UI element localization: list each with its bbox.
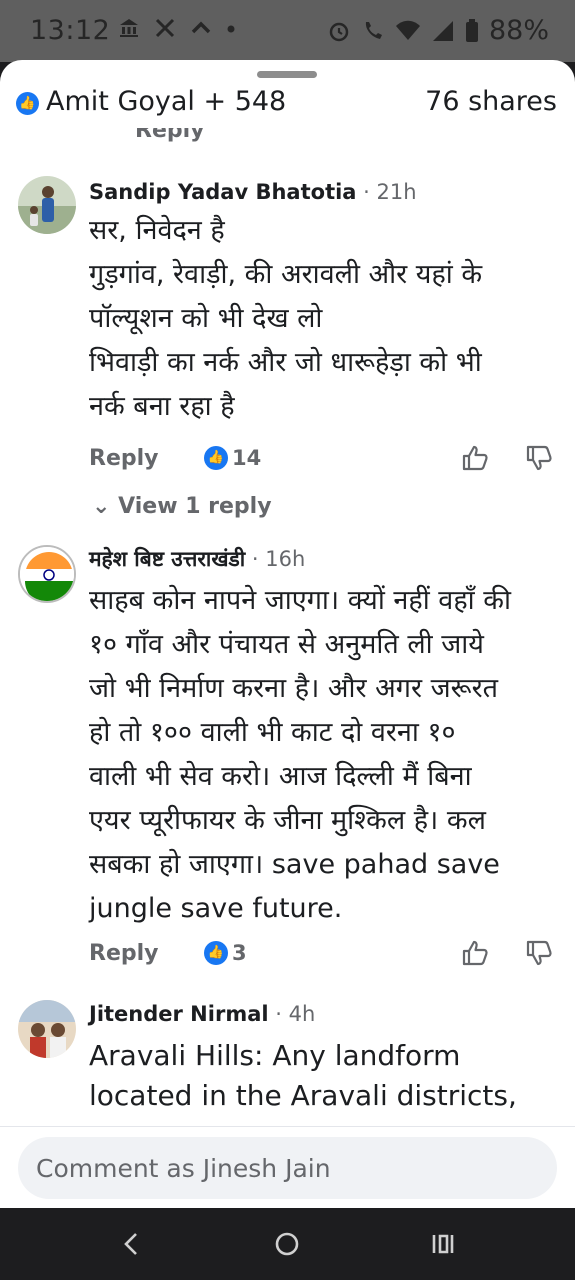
comment-author[interactable]: Sandip Yadav Bhatotia <box>89 180 356 204</box>
comment-header: Jitender Nirmal · 4h <box>89 1002 315 1026</box>
like-reaction-icon: 👍 <box>16 92 39 115</box>
comment-line: सर, निवेदन है <box>89 215 225 246</box>
recents-icon[interactable] <box>425 1226 461 1262</box>
comment-line: वाली भी सेव करो। आज दिल्ली मैं बिना <box>89 761 472 792</box>
status-bar: 13:12 88% <box>0 0 575 62</box>
home-icon[interactable] <box>269 1226 305 1262</box>
comment-time: · 16h <box>251 547 306 571</box>
previous-comment-actions: Reply <box>0 128 575 148</box>
comment-line: एयर प्यूरीफायर के जीना मुश्किल है। कल <box>89 805 486 836</box>
comment-time: · 21h <box>363 180 417 204</box>
thumbs-down-icon[interactable] <box>525 444 553 472</box>
comment-time: · 4h <box>275 1002 316 1026</box>
comment-line: नर्क बना रहा है <box>89 391 235 422</box>
battery-percent: 88% <box>488 15 549 46</box>
avatar[interactable] <box>18 1000 76 1058</box>
view-replies-label: View 1 reply <box>118 494 272 519</box>
reaction-number: 3 <box>232 941 247 965</box>
comment-author[interactable]: महेश बिष्ट उत्तराखंडी <box>89 547 245 571</box>
reaction-count[interactable]: 👍 14 <box>204 446 261 470</box>
shares-count[interactable]: 76 shares <box>425 86 557 117</box>
drag-handle[interactable] <box>257 71 317 78</box>
comments-sheet: 👍 Amit Goyal + 548 76 shares Reply Sandi… <box>0 60 575 1208</box>
comment-line: सबका हो जाएगा। save pahad save <box>89 849 500 880</box>
comment-line: जो भी निर्माण करना है। और अगर जरूरत <box>89 673 499 704</box>
comment-line: भिवाड़ी का नर्क और जो धारूहेड़ा को भी <box>89 347 482 378</box>
bank-icon <box>120 19 138 37</box>
avatar[interactable] <box>18 545 76 603</box>
comment-line: Aravali Hills: Any landform <box>89 1039 461 1072</box>
sheet-header: 👍 Amit Goyal + 548 76 shares <box>0 84 575 128</box>
signal-icon <box>432 20 453 41</box>
back-icon[interactable] <box>114 1226 150 1262</box>
comment-line: साहब कोन नापने जाएगा। क्यों नहीं वहाँ की <box>89 585 511 616</box>
comment-input[interactable] <box>18 1137 557 1199</box>
comment-text: साहब कोन नापने जाएगा। क्यों नहीं वहाँ की… <box>89 579 559 931</box>
reactions-summary[interactable]: Amit Goyal + 548 <box>46 86 286 117</box>
view-replies-link[interactable]: ⌄ View 1 reply <box>92 494 272 519</box>
wifi-call-icon <box>365 21 382 39</box>
alarm-icon <box>329 22 349 41</box>
reply-button[interactable]: Reply <box>89 941 159 966</box>
comment-actions: Reply 👍 14 <box>89 444 559 480</box>
reply-button[interactable]: Reply <box>135 128 205 143</box>
like-reaction-icon: 👍 <box>204 446 228 470</box>
status-time: 13:12 <box>30 15 111 46</box>
status-right-icons: 88% <box>327 15 549 46</box>
comment-line: पॉल्यूशन को भी देख लो <box>89 303 323 334</box>
comment-actions: Reply 👍 3 <box>89 939 559 975</box>
comment-line: हो तो १०० वाली भी काट दो वरना १० <box>89 717 456 748</box>
reply-button[interactable]: Reply <box>89 446 159 471</box>
reaction-count[interactable]: 👍 3 <box>204 941 247 965</box>
x-icon <box>155 18 175 38</box>
comment-line: १० गाँव और पंचायत से अनुमति ली जाये <box>89 629 484 660</box>
comment-header: महेश बिष्ट उत्तराखंडी · 16h <box>89 545 305 573</box>
chevron-down-icon: ⌄ <box>92 494 111 519</box>
reaction-number: 14 <box>232 446 262 470</box>
thumbs-up-icon[interactable] <box>461 444 489 472</box>
comment-line: गुड़गांव, रेवाड़ी, की अरावली और यहां के <box>89 259 483 290</box>
comment-text: सर, निवेदन है गुड़गांव, रेवाड़ी, की अराव… <box>89 209 559 429</box>
comment-author[interactable]: Jitender Nirmal <box>89 1002 269 1026</box>
comment-line: located in the Aravali districts, <box>89 1079 517 1112</box>
comment-line: jungle save future. <box>89 893 343 924</box>
system-nav-bar <box>0 1208 575 1280</box>
chevron-up-icon <box>191 21 211 34</box>
comment-header: Sandip Yadav Bhatotia · 21h <box>89 180 417 204</box>
comment-text: Aravali Hills: Any landform located in t… <box>89 1036 559 1116</box>
comment-composer <box>0 1126 575 1208</box>
comments-list[interactable]: Reply Sandip Yadav Bhatotia · 21h सर, नि… <box>0 120 575 1128</box>
like-reaction-icon: 👍 <box>204 941 228 965</box>
thumbs-down-icon[interactable] <box>525 939 553 967</box>
battery-icon <box>465 18 478 42</box>
wifi-icon <box>395 20 420 40</box>
status-left-icons <box>118 17 236 39</box>
avatar[interactable] <box>18 176 76 234</box>
dot-icon <box>227 25 235 33</box>
thumbs-up-icon[interactable] <box>461 939 489 967</box>
